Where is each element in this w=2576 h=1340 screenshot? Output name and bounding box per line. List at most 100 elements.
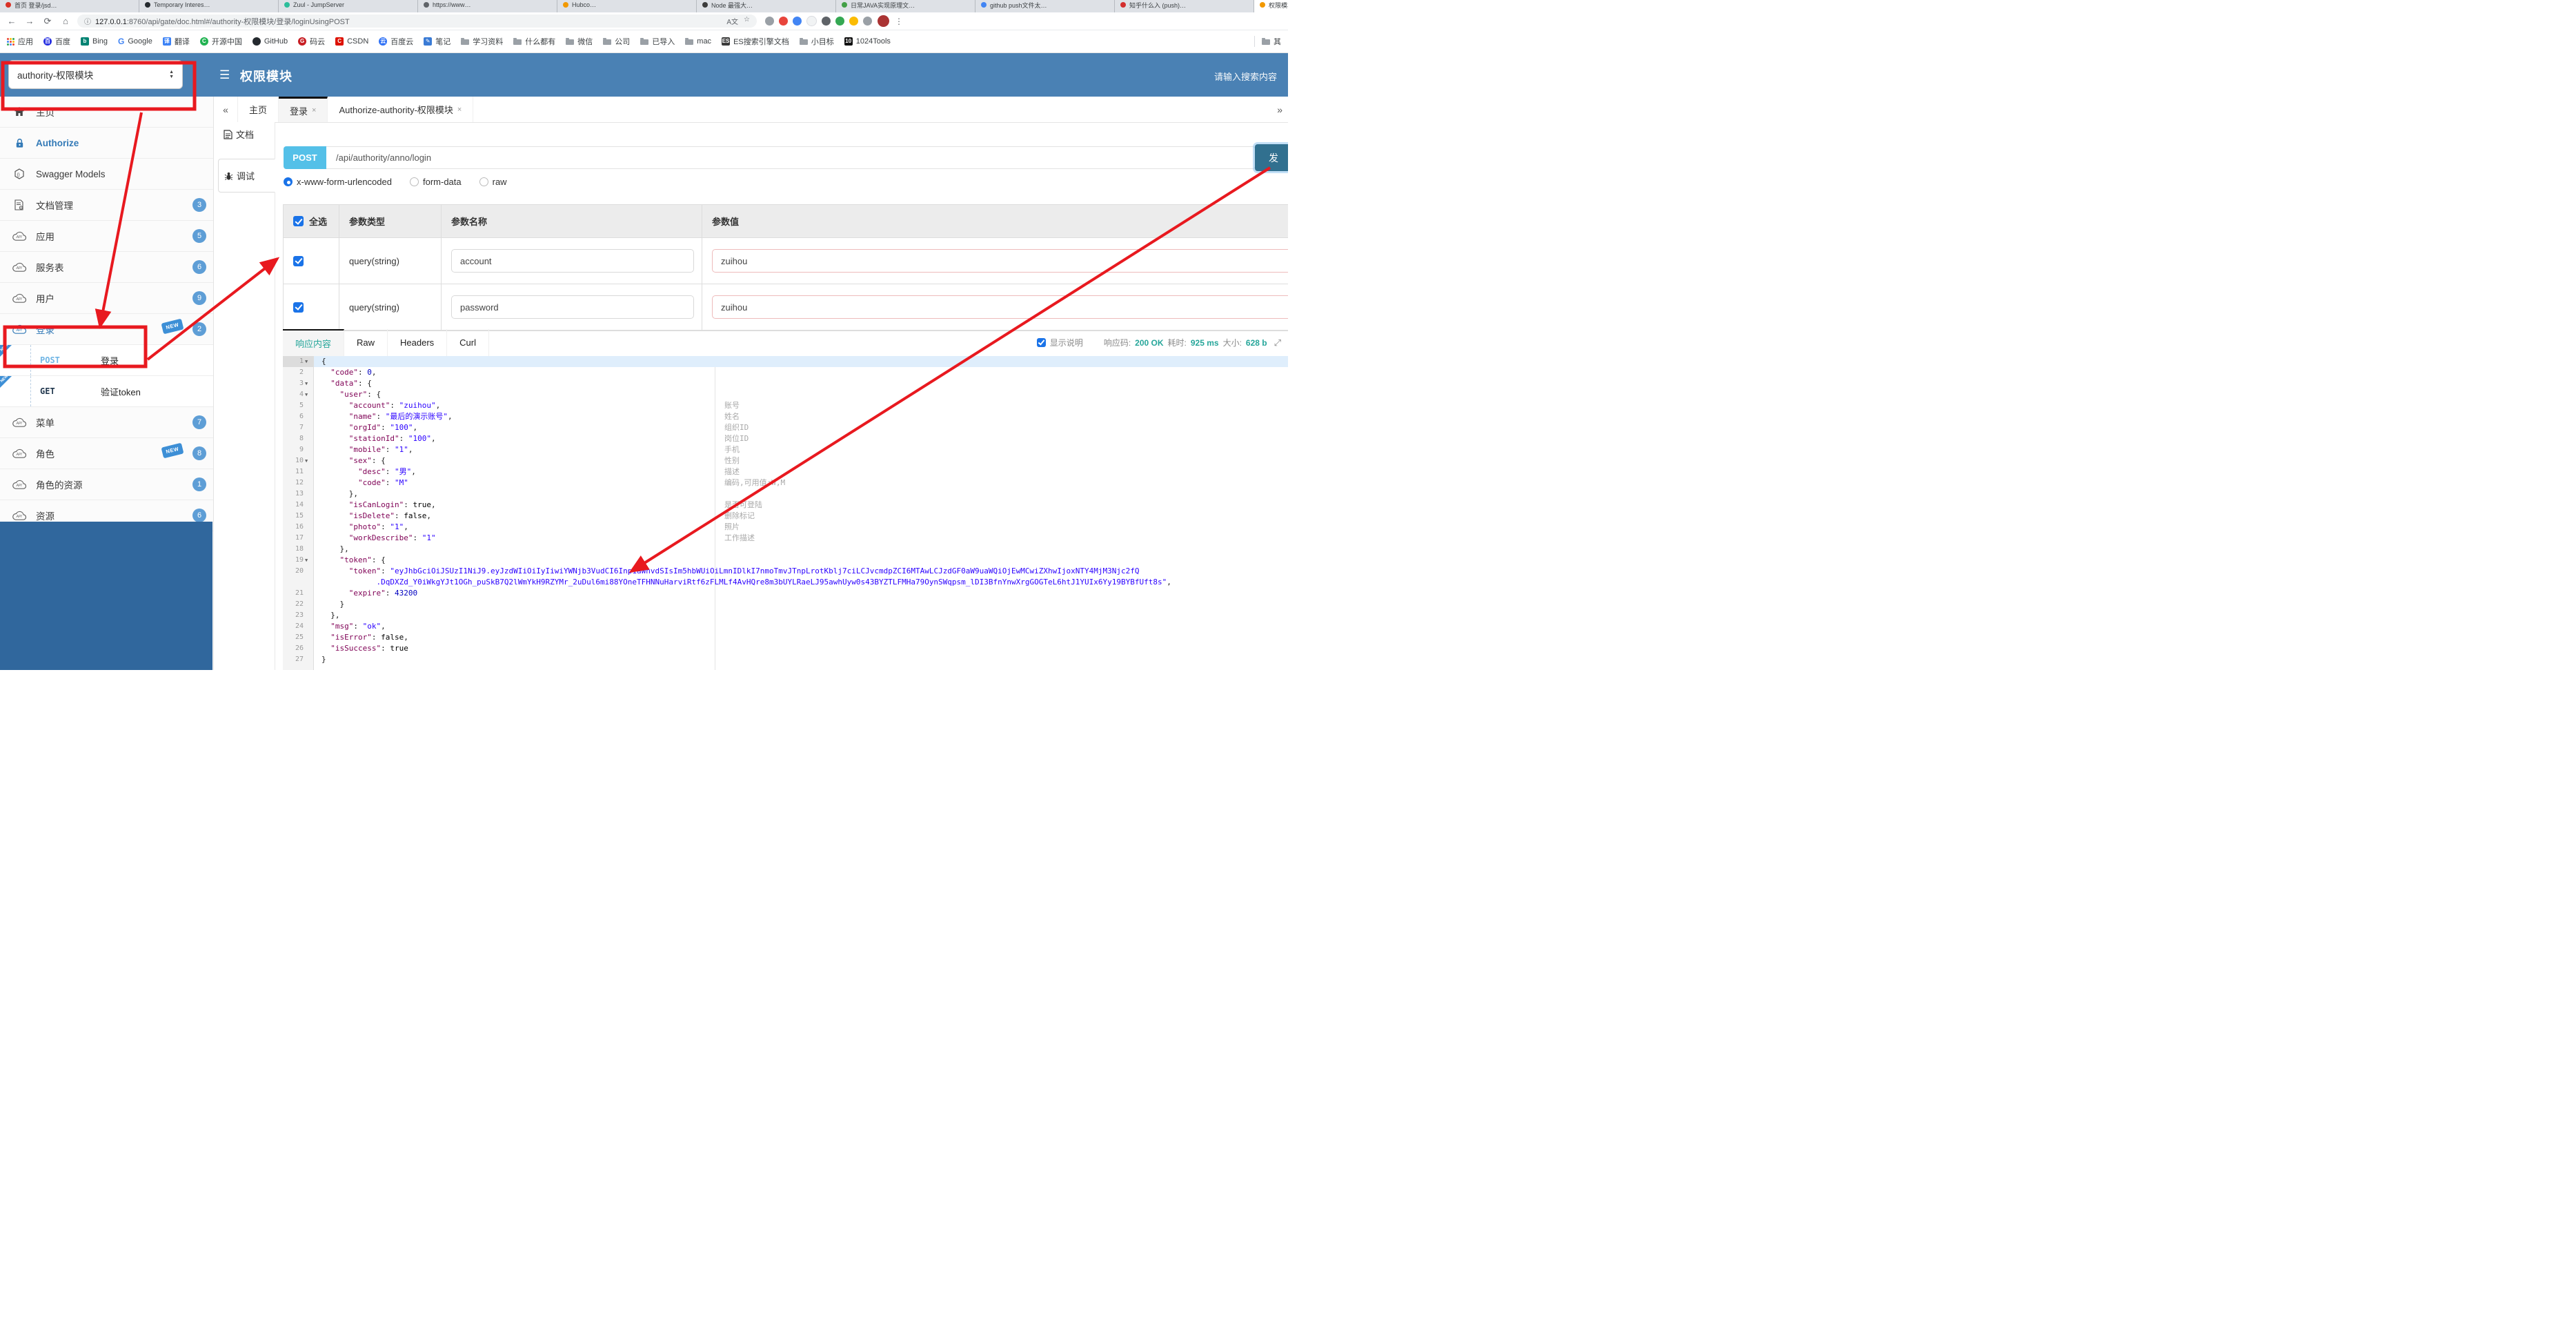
doc-tab[interactable]: Authorize-authority-权限模块 ×	[328, 97, 474, 122]
extension-icon[interactable]	[806, 16, 817, 26]
bookmark-item[interactable]: 已导入	[640, 36, 675, 47]
body-type-radio[interactable]: x-www-form-urlencoded	[284, 177, 392, 187]
fold-arrow-icon[interactable]: ▼	[305, 455, 308, 466]
avatar[interactable]	[878, 15, 889, 27]
bookmark-item[interactable]: 学习资料	[461, 36, 503, 47]
param-name-input[interactable]: account	[451, 249, 694, 273]
browser-tab[interactable]: Node 最强大…	[697, 0, 836, 12]
extension-icon[interactable]	[765, 17, 774, 26]
browser-menu-icon[interactable]: ⋮	[895, 17, 903, 26]
extension-icon[interactable]	[849, 17, 858, 26]
bookmark-item[interactable]: C CSDN	[335, 37, 368, 46]
browser-tab-active[interactable]: 权限模块	[1254, 0, 1288, 12]
fold-arrow-icon[interactable]: ▼	[305, 555, 308, 566]
extension-icon[interactable]	[793, 17, 802, 26]
folder-icon	[640, 38, 649, 45]
bookmark-item[interactable]: 什么都有	[513, 36, 555, 47]
bookmark-item[interactable]: 云百度云	[379, 36, 413, 47]
response-tab[interactable]: Curl	[447, 329, 490, 356]
translate-icon[interactable]: A文	[726, 16, 738, 26]
reload-icon[interactable]: ⟳	[41, 16, 54, 27]
sidebar-item[interactable]: 主页	[0, 97, 213, 128]
tabs-back-icon[interactable]: «	[214, 97, 238, 122]
bookmark-item[interactable]: 公司	[603, 36, 630, 47]
cloud-api-icon: API	[11, 480, 28, 490]
param-checkbox[interactable]	[293, 302, 304, 313]
bookmark-item[interactable]: 微信	[566, 36, 593, 47]
hamburger-icon[interactable]: ☰	[219, 68, 235, 82]
close-icon[interactable]: ×	[457, 106, 462, 114]
forward-icon[interactable]: →	[23, 16, 36, 26]
param-checkbox[interactable]	[293, 255, 304, 266]
response-tab[interactable]: Raw	[344, 329, 388, 356]
response-tab[interactable]: 响应内容	[283, 329, 345, 356]
doc-tab[interactable]: 主页	[238, 97, 279, 122]
browser-tab[interactable]: 日常JAVA实现原理文…	[836, 0, 975, 12]
bookmark-item[interactable]: 10 1024Tools	[844, 37, 891, 46]
extension-icon[interactable]	[835, 17, 844, 26]
site-info-icon[interactable]: ⓘ	[84, 16, 91, 26]
sidebar-item[interactable]: API 菜单 7	[0, 407, 213, 438]
show-desc-checkbox[interactable]	[1036, 338, 1046, 347]
bookmark-item[interactable]: G Google	[118, 37, 152, 46]
endpoint-url-input[interactable]: /api/authority/anno/login	[326, 146, 1256, 169]
sidebar-item[interactable]: 文档管理 3	[0, 190, 213, 221]
browser-tab[interactable]: Temporary Interes…	[139, 0, 279, 12]
bookmark-item[interactable]: G 码云	[298, 36, 325, 47]
bookmark-item[interactable]: mac	[685, 37, 711, 46]
browser-tab[interactable]: Zuul - JumpServer	[279, 0, 418, 12]
sidebar-item[interactable]: API 角色 NEW 8	[0, 438, 213, 469]
bookmark-item[interactable]: C 开源中国	[199, 36, 242, 47]
param-value-input[interactable]: zuihou	[712, 249, 1288, 273]
bookmark-item-other[interactable]: 其	[1254, 36, 1281, 47]
browser-tab[interactable]: 知乎什么入 (push)…	[1115, 0, 1254, 12]
browser-tab[interactable]: github push文件太…	[975, 0, 1115, 12]
browser-tab[interactable]: Hubco…	[557, 0, 697, 12]
sidebar-subitem-get[interactable]: NEW GET 验证token	[0, 374, 213, 407]
body-type-radio[interactable]: raw	[479, 177, 507, 187]
fold-arrow-icon[interactable]: ▼	[305, 378, 308, 389]
bookmark-item[interactable]: ✎ 笔记	[424, 36, 450, 47]
module-select[interactable]: authority-权限模块 ▲ ▼	[8, 60, 183, 89]
response-editor: 1 ▼{2 "code": 0, 3 ▼ "data": {4 ▼ "user": {5…	[283, 356, 1288, 670]
tabs-forward-icon[interactable]: »	[1277, 97, 1282, 122]
sidebar-item[interactable]: API 应用 5	[0, 221, 213, 252]
browser-tab[interactable]: https://www…	[418, 0, 557, 12]
rail-item-debug[interactable]: 调试	[218, 159, 275, 193]
extension-icon[interactable]	[779, 17, 788, 26]
bookmark-item[interactable]: 应用	[7, 36, 33, 47]
extension-icon[interactable]	[863, 17, 872, 26]
bookmark-star-icon[interactable]: ☆	[744, 16, 750, 26]
param-name-input[interactable]: password	[451, 295, 694, 319]
bookmark-item[interactable]: 小目标	[799, 36, 834, 47]
doc-tab[interactable]: 登录 ×	[279, 97, 328, 122]
header-search-input[interactable]: 请输入搜索内容	[1214, 70, 1277, 83]
send-button[interactable]: 发	[1255, 144, 1288, 171]
browser-tab[interactable]: 首页 登录/jsd…	[0, 0, 139, 12]
select-all-checkbox[interactable]	[293, 216, 304, 226]
expand-icon[interactable]: ⤢	[1274, 337, 1281, 348]
sidebar-item[interactable]: Authorize	[0, 128, 213, 159]
param-value-input[interactable]: zuihou	[712, 295, 1288, 319]
sidebar-item[interactable]: API 角色的资源 1	[0, 469, 213, 500]
close-icon[interactable]: ×	[312, 106, 316, 115]
sidebar-item[interactable]: API 登录 NEW 2	[0, 314, 213, 345]
bookmark-item[interactable]: b Bing	[81, 37, 108, 46]
fold-arrow-icon[interactable]: ▼	[305, 389, 308, 400]
sidebar-subitem-post[interactable]: NEW POST 登录	[0, 343, 213, 376]
sidebar-item[interactable]: API 用户 9	[0, 283, 213, 314]
home-icon[interactable]: ⌂	[59, 16, 72, 26]
url-bar[interactable]: ⓘ 127.0.0.1:8760/api/gate/doc.html#/auth…	[77, 14, 757, 28]
fold-arrow-icon[interactable]: ▼	[305, 356, 308, 367]
bookmark-item[interactable]: ES ES搜索引擎文档	[722, 36, 789, 47]
response-tab[interactable]: Headers	[388, 329, 448, 356]
bookmark-item[interactable]: GitHub	[252, 37, 288, 46]
sidebar-item[interactable]: {} Swagger Models	[0, 159, 213, 190]
sidebar-item[interactable]: API 服务表 6	[0, 252, 213, 283]
back-icon[interactable]: ←	[6, 16, 18, 26]
bookmark-item[interactable]: 百百度	[43, 36, 70, 47]
body-type-radio[interactable]: form-data	[409, 177, 462, 187]
extension-icon[interactable]	[822, 17, 831, 26]
rail-item-doc[interactable]: 文档	[214, 122, 275, 146]
bookmark-item[interactable]: 译翻译	[162, 36, 190, 47]
